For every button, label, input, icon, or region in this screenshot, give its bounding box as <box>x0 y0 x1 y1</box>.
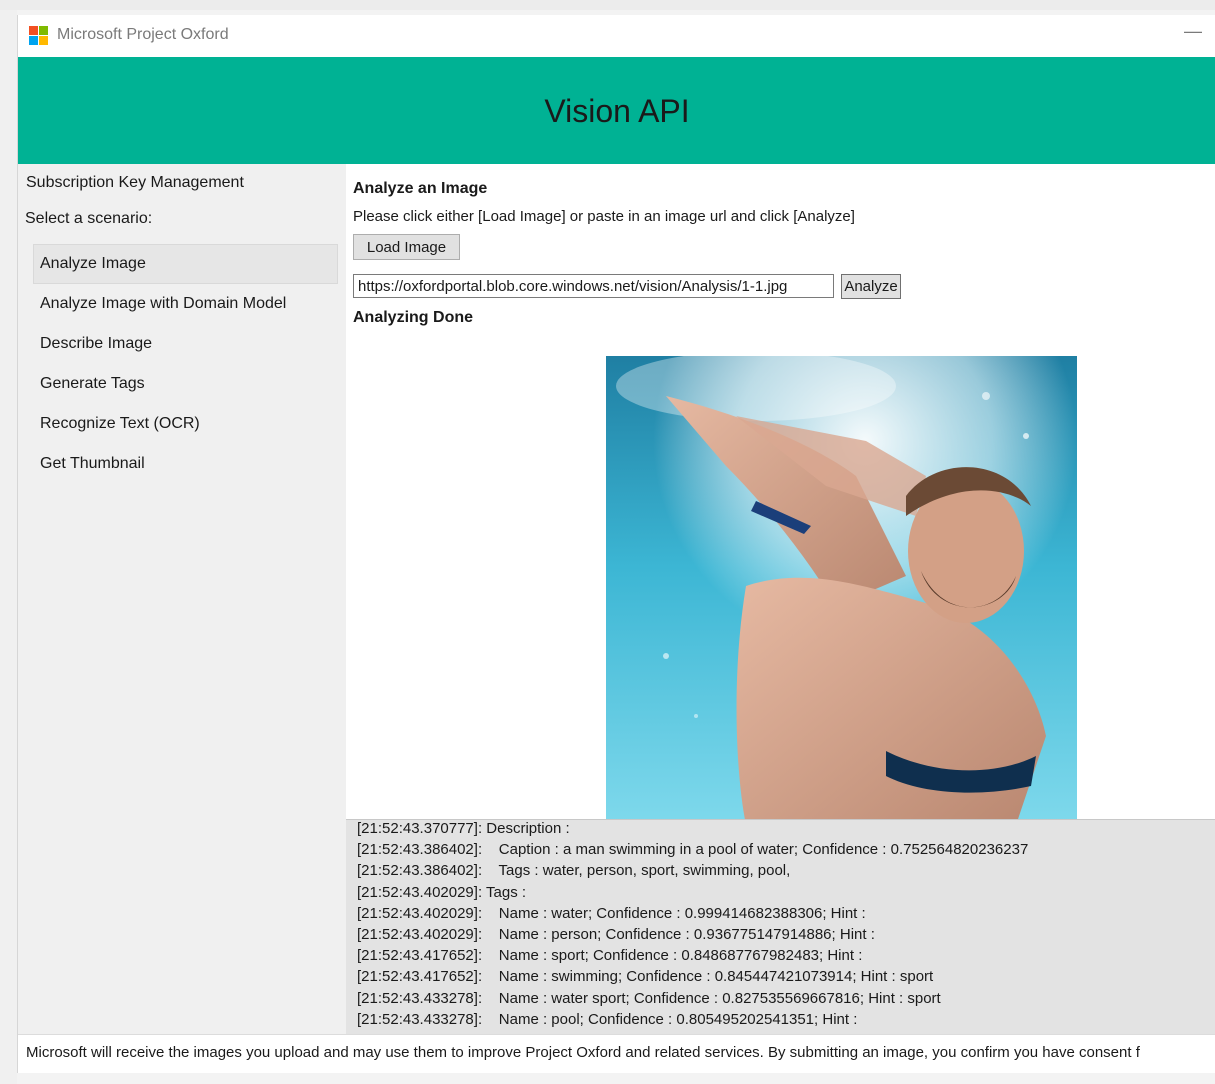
microsoft-logo-icon <box>29 26 49 46</box>
image-url-input[interactable] <box>353 274 834 298</box>
scenario-describe-image[interactable]: Describe Image <box>33 324 338 364</box>
log-line: [21:52:43.402029]: Name : water; Confide… <box>357 904 866 922</box>
header-banner: Vision API <box>18 57 1215 164</box>
log-line: [21:52:43.386402]: Tags : water, person,… <box>357 862 791 880</box>
subscription-key-link[interactable]: Subscription Key Management <box>26 174 244 192</box>
window-title: Microsoft Project Oxford <box>57 26 229 43</box>
scenario-list: Analyze Image Analyze Image with Domain … <box>33 244 338 484</box>
main-panel: Analyze an Image Please click either [Lo… <box>346 164 1215 825</box>
log-line: [21:52:43.417652]: Name : swimming; Conf… <box>357 968 934 986</box>
page-title: Vision API <box>544 93 690 129</box>
scenario-recognize-text[interactable]: Recognize Text (OCR) <box>33 404 338 444</box>
title-bar: Microsoft Project Oxford — <box>18 15 1215 57</box>
log-line: [21:52:43.386402]: Caption : a man swimm… <box>357 841 1029 859</box>
instructions-text: Please click either [Load Image] or past… <box>353 208 855 225</box>
select-scenario-label: Select a scenario: <box>25 210 153 227</box>
consent-footer: Microsoft will receive the images you up… <box>18 1034 1215 1073</box>
log-line: [21:52:43.433278]: Name : water sport; C… <box>357 989 941 1007</box>
sidebar: Subscription Key Management Select a sce… <box>18 164 346 1034</box>
log-line: [21:52:43.402029]: Name : person; Confid… <box>357 925 875 943</box>
log-line: [21:52:43.417652]: Name : sport; Confide… <box>357 947 863 965</box>
scenario-analyze-image[interactable]: Analyze Image <box>33 244 338 284</box>
section-title: Analyze an Image <box>353 180 488 197</box>
log-line: [21:52:43.433278]: Name : pool; Confiden… <box>357 1010 858 1028</box>
log-line: [21:52:43.370777]: Description : <box>357 820 570 837</box>
status-text: Analyzing Done <box>353 309 474 326</box>
scenario-get-thumbnail[interactable]: Get Thumbnail <box>33 444 338 484</box>
app-window: Microsoft Project Oxford — Vision API Su… <box>17 15 1215 1073</box>
load-image-button[interactable]: Load Image <box>353 234 460 260</box>
scenario-generate-tags[interactable]: Generate Tags <box>33 364 338 404</box>
analyzed-image <box>606 356 1077 825</box>
log-lines: [21:52:43.370777]: Description : [21:52:… <box>357 820 1029 1030</box>
minimize-button[interactable]: — <box>1184 21 1202 42</box>
scenario-analyze-image-domain-model[interactable]: Analyze Image with Domain Model <box>33 284 338 324</box>
consent-text: Microsoft will receive the images you up… <box>26 1044 1140 1061</box>
log-panel[interactable]: [21:52:43.370777]: Description : [21:52:… <box>346 819 1215 1035</box>
analyze-button[interactable]: Analyze <box>841 274 901 299</box>
desktop-background <box>0 0 1215 10</box>
desktop-edge <box>0 10 17 1084</box>
log-line: [21:52:43.402029]: Tags : <box>357 883 527 901</box>
